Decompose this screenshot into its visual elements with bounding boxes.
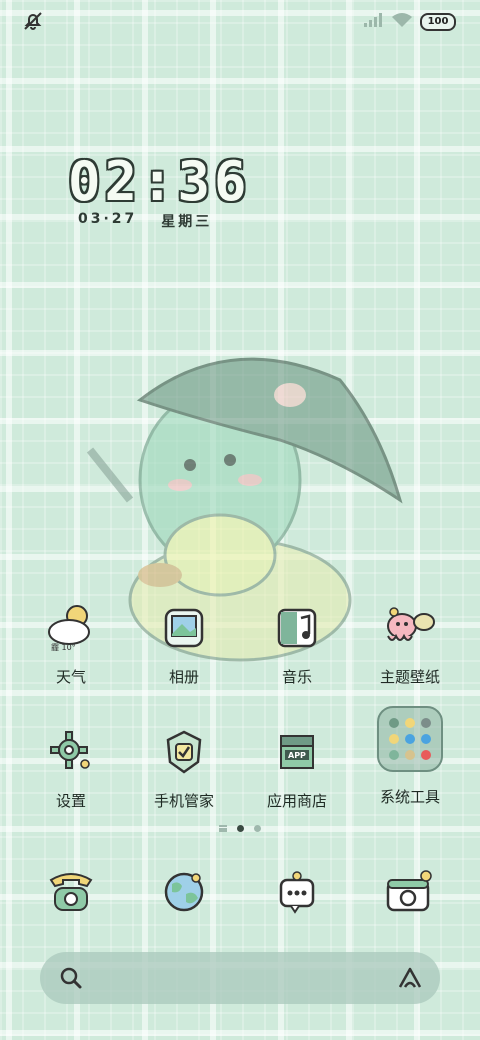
app-music-label: 音乐 xyxy=(281,668,312,686)
app-phone-manager[interactable]: 手机管家 xyxy=(129,722,239,811)
search-icon[interactable] xyxy=(58,965,84,995)
system-tools-folder xyxy=(377,706,443,772)
app-app-store-label: 应用商店 xyxy=(266,792,327,810)
clock-weekday: 星期三 xyxy=(161,214,213,230)
clock-date-row: 03·27 星期三 xyxy=(78,211,212,231)
app-themes[interactable]: 主题壁纸 xyxy=(355,598,465,687)
app-system-tools[interactable]: 系统工具 xyxy=(355,706,465,807)
camera-icon xyxy=(380,862,440,922)
page-dot-active xyxy=(237,825,244,832)
notification-muted-icon xyxy=(22,10,44,36)
app-system-tools-label: 系统工具 xyxy=(379,788,440,806)
telephone-icon xyxy=(41,862,101,922)
dock-messages[interactable] xyxy=(242,862,352,922)
app-settings-label: 设置 xyxy=(55,792,86,810)
music-icon xyxy=(267,598,327,658)
app-gallery-label: 相册 xyxy=(168,668,199,686)
app-weather[interactable]: 霾 10° 天气 xyxy=(16,598,126,687)
page-dot xyxy=(254,825,261,832)
photo-icon xyxy=(154,598,214,658)
folder-icon xyxy=(377,706,443,772)
signal-bars-icon xyxy=(364,12,384,31)
globe-icon xyxy=(154,862,214,922)
app-store-icon: APP xyxy=(267,722,327,782)
app-phone-manager-label: 手机管家 xyxy=(153,792,214,810)
shield-check-icon xyxy=(154,722,214,782)
search-bar[interactable] xyxy=(40,952,440,1004)
app-app-store[interactable]: APP 应用商店 xyxy=(242,722,352,811)
assistant-icon[interactable] xyxy=(396,965,424,997)
wifi-icon xyxy=(392,12,412,31)
svg-text:APP: APP xyxy=(288,751,306,760)
page-menu-icon xyxy=(219,825,227,832)
clock-date: 03·27 xyxy=(78,211,138,227)
svg-text:霾 10°: 霾 10° xyxy=(51,643,76,652)
status-bar: 100 xyxy=(0,0,480,40)
dock-camera[interactable] xyxy=(355,862,465,922)
gear-icon xyxy=(41,722,101,782)
app-music[interactable]: 音乐 xyxy=(242,598,352,687)
app-themes-label: 主题壁纸 xyxy=(379,668,440,686)
app-gallery[interactable]: 相册 xyxy=(129,598,239,687)
weather-icon: 霾 10° xyxy=(41,598,101,658)
app-settings[interactable]: 设置 xyxy=(16,722,126,811)
dock-browser[interactable] xyxy=(129,862,239,922)
clock-time[interactable]: 02:36 xyxy=(68,150,251,213)
page-indicator[interactable] xyxy=(0,825,480,832)
battery-icon: 100 xyxy=(420,12,456,31)
app-weather-label: 天气 xyxy=(55,668,86,686)
message-icon xyxy=(267,862,327,922)
dock-phone[interactable] xyxy=(16,862,126,922)
theme-octopus-icon xyxy=(380,598,440,658)
